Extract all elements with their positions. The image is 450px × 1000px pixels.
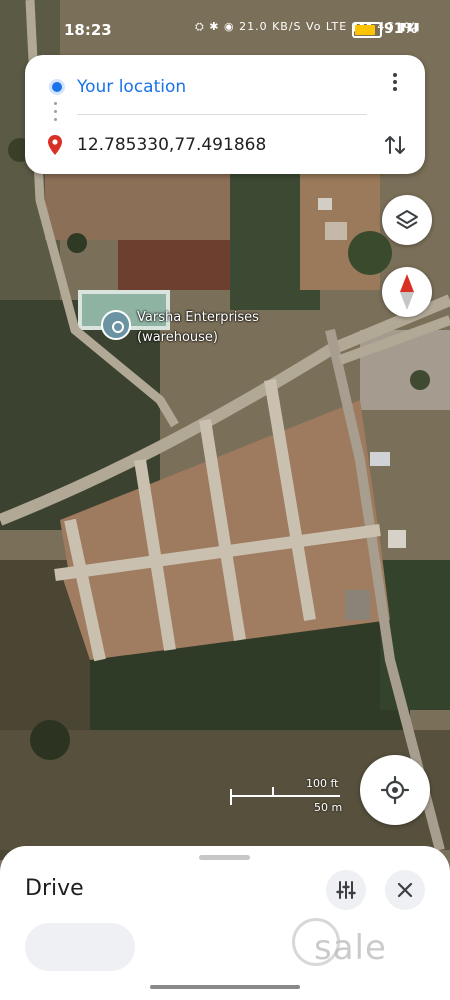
watermark-text: sale	[314, 928, 387, 968]
battery-percent: 91%	[384, 21, 418, 37]
route-options-button[interactable]	[326, 870, 366, 910]
directions-card: Your location 12.785330,77.491868	[25, 55, 425, 174]
battery-fill	[355, 25, 375, 35]
place-name-label: Varsha Enterprises (warehouse)	[137, 310, 259, 345]
watermark-logo: sale	[292, 918, 432, 974]
scale-meters: 50 m	[314, 801, 343, 814]
loading-placeholder	[25, 923, 135, 971]
travel-mode-title: Drive	[25, 876, 84, 901]
status-time: 18:23	[64, 21, 112, 39]
scale-line	[230, 795, 340, 797]
close-icon	[397, 882, 413, 898]
route-dots	[54, 102, 58, 126]
sheet-drag-handle[interactable]	[199, 855, 250, 860]
compass-button[interactable]	[382, 267, 432, 317]
compass-icon	[400, 274, 414, 310]
crosshair-icon	[380, 775, 410, 805]
map-scale: 100 ft 50 m	[230, 775, 350, 815]
origin-input[interactable]: Your location	[77, 72, 367, 102]
place-pin-icon	[101, 310, 131, 340]
destination-pin-icon	[48, 135, 62, 159]
layers-button[interactable]	[382, 195, 432, 245]
my-location-button[interactable]	[360, 755, 430, 825]
tune-icon	[336, 881, 356, 899]
system-nav-handle[interactable]	[150, 985, 300, 989]
origin-dot-icon	[49, 79, 65, 95]
destination-input[interactable]: 12.785330,77.491868	[77, 130, 367, 160]
scale-feet: 100 ft	[306, 777, 339, 790]
layers-icon	[396, 210, 418, 229]
more-vertical-icon[interactable]	[385, 70, 405, 100]
battery-icon	[352, 22, 382, 38]
close-button[interactable]	[385, 870, 425, 910]
scale-tick	[230, 789, 232, 805]
divider	[77, 114, 367, 115]
swap-vertical-icon[interactable]	[381, 131, 409, 159]
status-bar: 18:23 ⛭ ✱ ◉ 21.0 KB/S Vo LTE ▮▮▮ 4G ▮▮▮ …	[0, 0, 450, 60]
